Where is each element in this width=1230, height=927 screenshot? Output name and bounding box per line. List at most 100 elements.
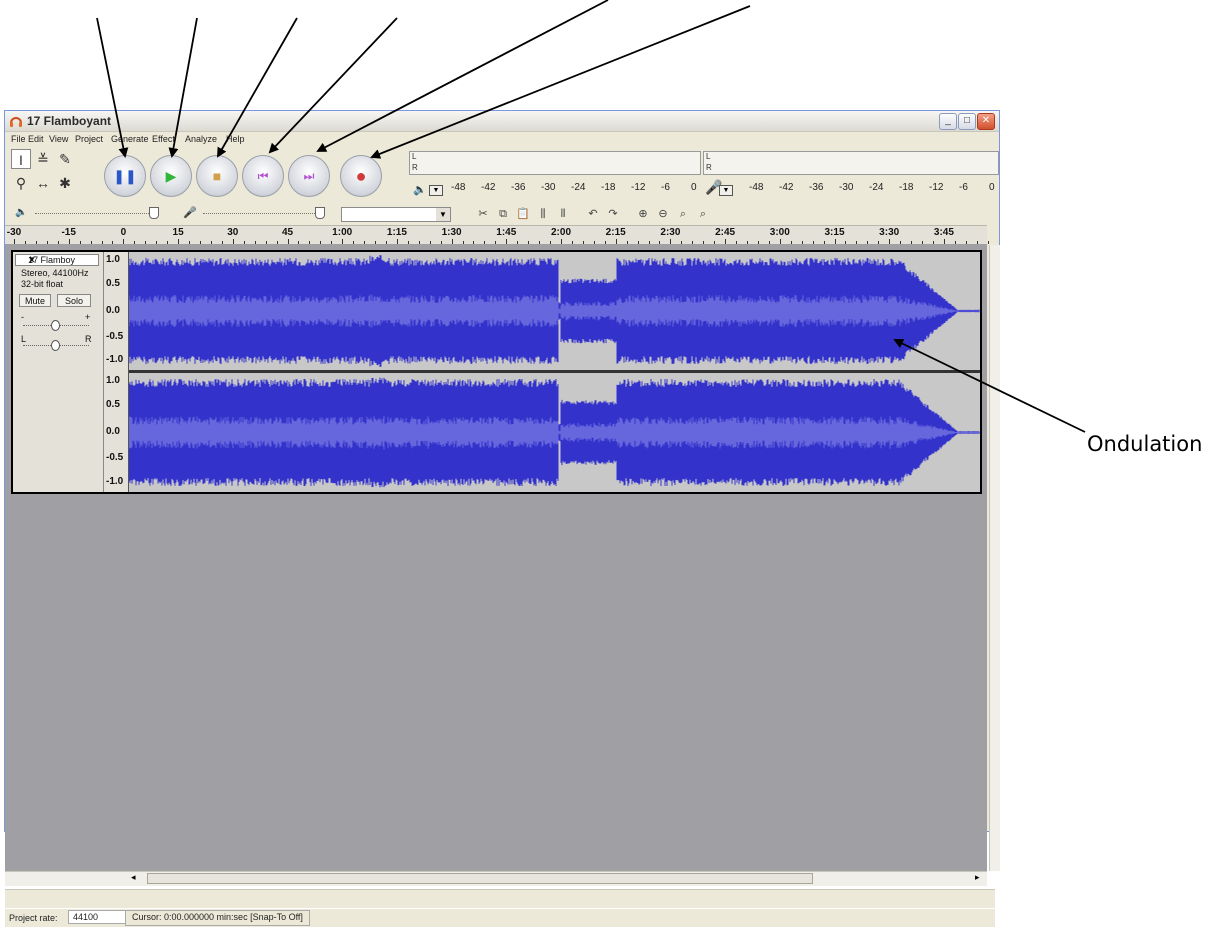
- multi-tool-icon[interactable]: ✱: [55, 173, 75, 193]
- horizontal-scrollbar[interactable]: ◂ ▸: [5, 871, 987, 886]
- track-menu-arrow-icon[interactable]: ▼: [28, 255, 96, 264]
- pause-button[interactable]: ❚❚: [104, 155, 146, 197]
- menu-bar: File Edit View Project Generate Effect A…: [5, 132, 999, 147]
- timeline-tick: [987, 241, 989, 244]
- menu-project[interactable]: Project: [75, 134, 103, 144]
- menu-effect[interactable]: Effect: [152, 134, 175, 144]
- zoom-out-icon[interactable]: ⊖: [655, 207, 671, 221]
- track-format: Stereo, 44100Hz: [21, 268, 89, 278]
- output-volume-thumb[interactable]: [149, 207, 159, 219]
- track-control-panel: ✕ 17 Flamboy ▼ Stereo, 44100Hz 32-bit fl…: [13, 252, 104, 492]
- amp-label: -1.0: [106, 476, 124, 487]
- mute-button[interactable]: Mute: [19, 294, 51, 307]
- project-rate-select[interactable]: 44100: [68, 910, 126, 924]
- amp-label: 0.5: [106, 278, 120, 289]
- timeline-label: 0: [120, 227, 127, 238]
- meter-scale-label: 0: [989, 182, 995, 193]
- menu-help[interactable]: Help: [226, 134, 245, 144]
- playback-meter[interactable]: L R: [409, 151, 701, 175]
- mixer-edit-toolbar: 🔈 🎤 ▼ ✂ ⧉ 📋 ⫼ ⫴ ↶ ↷ ⊕ ⊖ ⌕ ⌕: [5, 203, 999, 225]
- record-button[interactable]: ●: [340, 155, 382, 197]
- input-source-select[interactable]: ▼: [341, 207, 451, 222]
- meter-scale-label: -18: [899, 182, 914, 193]
- playback-meter-dropdown[interactable]: ▼: [429, 185, 443, 196]
- track-area: ✕ 17 Flamboy ▼ Stereo, 44100Hz 32-bit fl…: [5, 244, 987, 871]
- input-volume-thumb[interactable]: [315, 207, 325, 219]
- timeline-ruler[interactable]: -30 -15 0 15 30 45 1:00 1:15 1:30 1:45 2:00 2:15 2:3…: [5, 225, 989, 245]
- zoom-tool-icon[interactable]: ⚲: [11, 173, 31, 193]
- window-title: 17 Flamboyant: [27, 114, 112, 128]
- stop-icon: ■: [212, 168, 222, 184]
- timeline-label: -30: [6, 227, 22, 238]
- zoom-in-icon[interactable]: ⊕: [635, 207, 651, 221]
- selection-bar: [5, 889, 995, 908]
- solo-button[interactable]: Solo: [57, 294, 91, 307]
- pan-slider-knob[interactable]: [51, 340, 60, 351]
- waveform-right-channel[interactable]: [129, 373, 980, 492]
- meter-scale-label: -30: [541, 182, 556, 193]
- waveform-left-channel[interactable]: [129, 252, 980, 370]
- vertical-scrollbar[interactable]: [989, 245, 1000, 871]
- meter-scale-label: -18: [601, 182, 616, 193]
- meter-scale-label: -42: [481, 182, 496, 193]
- skip-end-button[interactable]: ⏭: [288, 155, 330, 197]
- scroll-left-icon[interactable]: ◂: [131, 872, 136, 883]
- timeline-label: 2:00: [550, 227, 572, 238]
- timeline-label: 30: [227, 227, 239, 238]
- record-meter[interactable]: L R: [703, 151, 999, 175]
- meter-scale-label: 0: [691, 182, 697, 193]
- pan-left-label: L: [21, 334, 27, 344]
- draw-tool-icon[interactable]: ✎: [55, 149, 75, 169]
- horizontal-scroll-thumb[interactable]: [147, 873, 813, 884]
- stop-button[interactable]: ■: [196, 155, 238, 197]
- menu-view[interactable]: View: [49, 134, 68, 144]
- gain-slider-knob[interactable]: [51, 320, 60, 331]
- speaker-icon: 🔈: [413, 184, 427, 196]
- copy-icon[interactable]: ⧉: [495, 207, 511, 221]
- amp-label: -0.5: [106, 331, 124, 342]
- meter-scale-label: -12: [929, 182, 944, 193]
- meter-scale-label: -12: [631, 182, 646, 193]
- meter-left-label: L: [412, 152, 417, 161]
- amp-label: 1.0: [106, 254, 120, 265]
- maximize-button[interactable]: □: [958, 113, 976, 130]
- scroll-right-icon[interactable]: ▸: [975, 872, 980, 883]
- envelope-tool-icon[interactable]: ≚: [33, 149, 53, 169]
- timeline-label: 2:15: [605, 227, 626, 238]
- timeshift-tool-icon[interactable]: ↔: [33, 173, 53, 193]
- play-button[interactable]: ▶: [150, 155, 192, 197]
- audio-track: ✕ 17 Flamboy ▼ Stereo, 44100Hz 32-bit fl…: [11, 250, 982, 494]
- record-meter-dropdown[interactable]: ▼: [719, 185, 733, 196]
- menu-file[interactable]: File: [11, 134, 26, 144]
- redo-icon[interactable]: ↷: [605, 207, 621, 221]
- project-rate-label: Project rate:: [9, 913, 58, 923]
- cut-icon[interactable]: ✂: [475, 207, 491, 221]
- skip-end-icon: ⏭: [303, 169, 315, 183]
- output-volume-slider[interactable]: [35, 213, 157, 215]
- track-bitdepth: 32-bit float: [21, 279, 64, 289]
- fit-project-icon[interactable]: ⌕: [695, 207, 711, 221]
- amp-label: 0.0: [106, 426, 120, 437]
- menu-analyze[interactable]: Analyze: [185, 134, 217, 144]
- minimize-button[interactable]: _: [939, 113, 957, 130]
- close-button[interactable]: ✕: [977, 113, 995, 130]
- timeline-label: 2:30: [660, 227, 681, 238]
- play-icon: ▶: [165, 168, 177, 184]
- undo-icon[interactable]: ↶: [585, 207, 601, 221]
- timeline-label: 1:45: [496, 227, 517, 238]
- title-bar: 17 Flamboyant _ □ ✕: [5, 111, 999, 132]
- skip-start-button[interactable]: ⏮: [242, 155, 284, 197]
- input-volume-slider[interactable]: [203, 213, 323, 215]
- silence-icon[interactable]: ⫴: [555, 207, 571, 221]
- menu-edit[interactable]: Edit: [28, 134, 44, 144]
- track-name-button[interactable]: ✕ 17 Flamboy ▼: [15, 254, 99, 266]
- output-volume-icon: 🔈: [15, 207, 28, 218]
- selection-tool-icon[interactable]: I: [11, 149, 31, 169]
- menu-generate[interactable]: Generate: [111, 134, 149, 144]
- amp-label: 0.0: [106, 305, 120, 316]
- trim-icon[interactable]: ⫼: [535, 207, 551, 221]
- meter-scale-label: -42: [779, 182, 794, 193]
- paste-icon[interactable]: 📋: [515, 207, 531, 221]
- fit-selection-icon[interactable]: ⌕: [675, 207, 691, 221]
- ondulation-label: Ondulation: [1087, 432, 1203, 456]
